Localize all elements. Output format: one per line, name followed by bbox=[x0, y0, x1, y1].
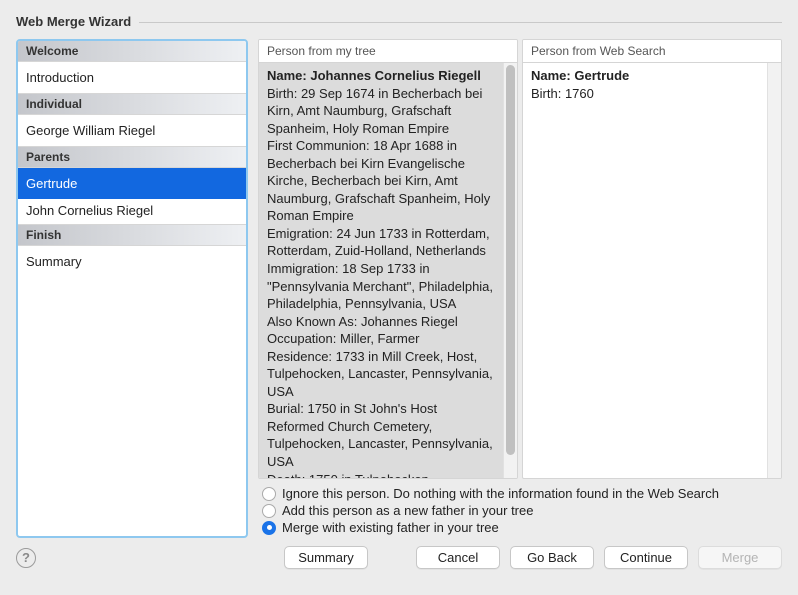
sidebar-item-john[interactable]: John Cornelius Riegel bbox=[18, 199, 246, 224]
fact-line: First Communion: 18 Apr 1688 in Becherba… bbox=[267, 137, 495, 225]
section-parents: Parents bbox=[18, 146, 246, 168]
my-tree-header: Person from my tree bbox=[259, 40, 517, 63]
web-search-column: Person from Web Search Name: Gertrude Bi… bbox=[522, 39, 782, 479]
sidebar-item-introduction[interactable]: Introduction bbox=[18, 62, 246, 93]
help-icon[interactable]: ? bbox=[16, 548, 36, 568]
web-search-body: Name: Gertrude Birth: 1760 bbox=[523, 63, 767, 478]
fact-line: Death: 1750 in Tulpehocken bbox=[267, 471, 495, 478]
fact-line: Burial: 1750 in St John's Host Reformed … bbox=[267, 400, 495, 470]
wizard-sidebar: Welcome Introduction Individual George W… bbox=[16, 39, 248, 538]
name-value: Gertrude bbox=[574, 68, 629, 83]
merge-button: Merge bbox=[698, 546, 782, 569]
continue-button[interactable]: Continue bbox=[604, 546, 688, 569]
merge-options: Ignore this person. Do nothing with the … bbox=[258, 479, 782, 536]
fact-line: Birth: 1760 bbox=[531, 85, 759, 103]
radio-icon[interactable] bbox=[262, 521, 276, 535]
go-back-button[interactable]: Go Back bbox=[510, 546, 594, 569]
name-label: Name: bbox=[531, 68, 571, 83]
option-label: Ignore this person. Do nothing with the … bbox=[282, 486, 719, 501]
name-value: Johannes Cornelius Riegell bbox=[310, 68, 481, 83]
fact-line: Also Known As: Johannes Riegel bbox=[267, 313, 495, 331]
section-welcome: Welcome bbox=[18, 41, 246, 62]
fact-line: Birth: 29 Sep 1674 in Becherbach bei Kir… bbox=[267, 85, 495, 138]
option-add-new[interactable]: Add this person as a new father in your … bbox=[262, 502, 778, 519]
section-finish: Finish bbox=[18, 224, 246, 246]
fact-line: Occupation: Miller, Farmer bbox=[267, 330, 495, 348]
scroll-thumb[interactable] bbox=[506, 65, 515, 455]
radio-icon[interactable] bbox=[262, 504, 276, 518]
radio-icon[interactable] bbox=[262, 487, 276, 501]
page-title: Web Merge Wizard bbox=[16, 14, 139, 29]
option-merge-existing[interactable]: Merge with existing father in your tree bbox=[262, 519, 778, 536]
option-label: Add this person as a new father in your … bbox=[282, 503, 533, 518]
title-divider bbox=[139, 22, 782, 23]
cancel-button[interactable]: Cancel bbox=[416, 546, 500, 569]
option-label: Merge with existing father in your tree bbox=[282, 520, 499, 535]
sidebar-item-individual[interactable]: George William Riegel bbox=[18, 115, 246, 146]
sidebar-item-gertrude[interactable]: Gertrude bbox=[18, 168, 246, 199]
fact-line: Immigration: 18 Sep 1733 in "Pennsylvani… bbox=[267, 260, 495, 313]
summary-button[interactable]: Summary bbox=[284, 546, 368, 569]
my-tree-scrollbar[interactable] bbox=[503, 63, 517, 478]
fact-line: Emigration: 24 Jun 1733 in Rotterdam, Ro… bbox=[267, 225, 495, 260]
my-tree-body: Name: Johannes Cornelius Riegell Birth: … bbox=[259, 63, 503, 478]
fact-line: Residence: 1733 in Mill Creek, Host, Tul… bbox=[267, 348, 495, 401]
name-label: Name: bbox=[267, 68, 307, 83]
sidebar-item-summary[interactable]: Summary bbox=[18, 246, 246, 277]
option-ignore[interactable]: Ignore this person. Do nothing with the … bbox=[262, 485, 778, 502]
section-individual: Individual bbox=[18, 93, 246, 115]
web-search-header: Person from Web Search bbox=[523, 40, 781, 63]
web-search-scrollbar[interactable] bbox=[767, 63, 781, 478]
my-tree-column: Person from my tree Name: Johannes Corne… bbox=[258, 39, 518, 479]
